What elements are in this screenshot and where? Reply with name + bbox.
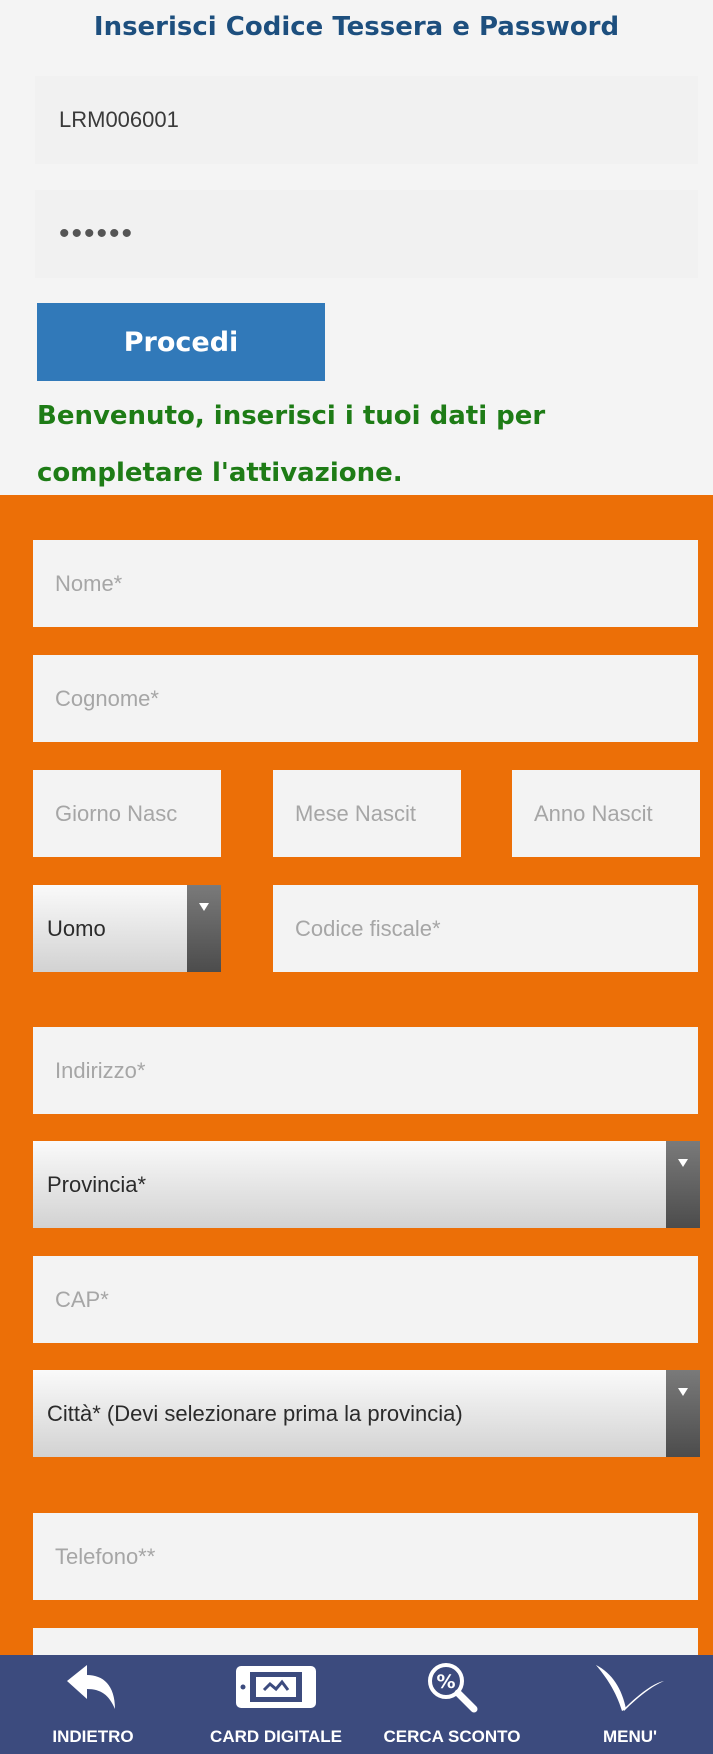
page-title: Inserisci Codice Tessera e Password [93,12,620,42]
percent-search-icon: % [422,1655,482,1719]
welcome-message: Benvenuto, inserisci i tuoi dati per com… [37,401,546,488]
password-input[interactable]: •••••• [35,190,698,278]
back-arrow-icon [63,1655,123,1719]
nav-search-discount[interactable]: % CERCA SCONTO [372,1655,532,1754]
svg-text:%: % [436,1671,455,1693]
procedi-button[interactable]: Procedi [37,303,325,381]
chevron-down-icon [666,1370,700,1457]
gender-select[interactable]: Uomo [33,885,221,972]
gender-selected-value: Uomo [47,915,106,941]
birth-month-field[interactable]: Mese Nascit [273,770,461,857]
zip-code-field[interactable]: CAP* [33,1256,698,1343]
chevron-down-icon [666,1141,700,1228]
address-field[interactable]: Indirizzo* [33,1027,698,1114]
nav-search-discount-label: CERCA SCONTO [383,1727,521,1746]
nav-menu-label: MENU' [602,1727,658,1746]
last-name-field[interactable]: Cognome* [33,655,698,742]
password-value: •••••• [59,217,135,250]
login-section: Inserisci Codice Tessera e Password LRM0… [0,0,713,495]
menu-leaf-icon [590,1655,670,1719]
tax-code-field[interactable]: Codice fiscale* [273,885,698,972]
nav-digital-card-label: CARD DIGITALE [210,1727,342,1746]
city-select[interactable]: Città* (Devi selezionare prima la provin… [33,1370,700,1457]
registration-form: Nome* Cognome* Giorno Nasc Mese Nascit A… [0,495,713,1715]
tablet-card-icon [230,1655,322,1719]
birth-year-field[interactable]: Anno Nascit [512,770,700,857]
province-select[interactable]: Provincia* [33,1141,700,1228]
nav-back[interactable]: INDIETRO [38,1655,148,1754]
card-code-input[interactable]: LRM006001 [35,76,698,164]
card-code-value: LRM006001 [59,107,179,132]
nav-back-label: INDIETRO [52,1727,134,1746]
birth-day-field[interactable]: Giorno Nasc [33,770,221,857]
province-selected-value: Provincia* [47,1171,147,1197]
bottom-navigation: INDIETRO CARD DIGITALE % CERCA SCONTO ME… [0,1655,713,1754]
chevron-down-icon [187,885,221,972]
first-name-field[interactable]: Nome* [33,540,698,627]
city-selected-value: Città* (Devi selezionare prima la provin… [47,1400,463,1426]
phone-field[interactable]: Telefono** [33,1513,698,1600]
nav-digital-card[interactable]: CARD DIGITALE [196,1655,356,1754]
nav-menu[interactable]: MENU' [575,1655,685,1754]
